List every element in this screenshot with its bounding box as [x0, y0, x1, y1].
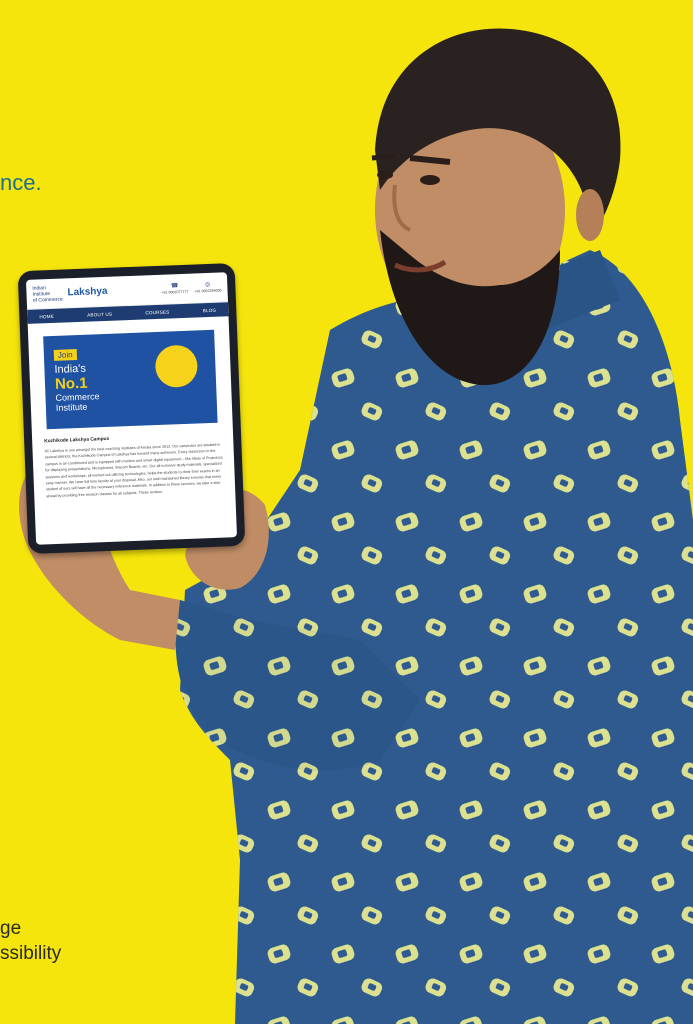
nav-blog[interactable]: BLOG — [203, 307, 217, 313]
phone-number: +91 9061077777 — [161, 289, 189, 295]
site-logo[interactable]: Indian Institute of Commerce — [32, 284, 69, 304]
phone-item[interactable]: ☎ +91 9061077777 — [161, 283, 188, 295]
nav-home[interactable]: HOME — [39, 313, 54, 319]
tablet-screen: Indian Institute of Commerce Lakshya ☎ +9… — [25, 272, 238, 545]
nav-about[interactable]: ABOUT US — [87, 311, 112, 317]
hero-banner[interactable]: Join India's No.1 Commerce Institute — [43, 329, 218, 430]
phone-numbers: ☎ +91 9061077777 ◎ +91 9052284005 — [161, 281, 222, 295]
logo-line-3: of Commerce — [32, 296, 63, 304]
banner-line-2: No.1 — [54, 374, 88, 393]
article-body: IIC Lakshya is one amongst the best coac… — [44, 442, 223, 499]
banner-join-label: Join — [53, 349, 77, 361]
banner-line-4: Institute — [55, 401, 88, 413]
nav-courses[interactable]: COURSES — [145, 309, 169, 315]
banner-circle-decoration — [154, 344, 199, 389]
phone-number: +91 9052284005 — [194, 288, 222, 294]
phone-item[interactable]: ◎ +91 9052284005 — [194, 281, 222, 294]
tablet-device: Indian Institute of Commerce Lakshya ☎ +9… — [17, 262, 246, 555]
logo-brand: Lakshya — [67, 285, 108, 299]
